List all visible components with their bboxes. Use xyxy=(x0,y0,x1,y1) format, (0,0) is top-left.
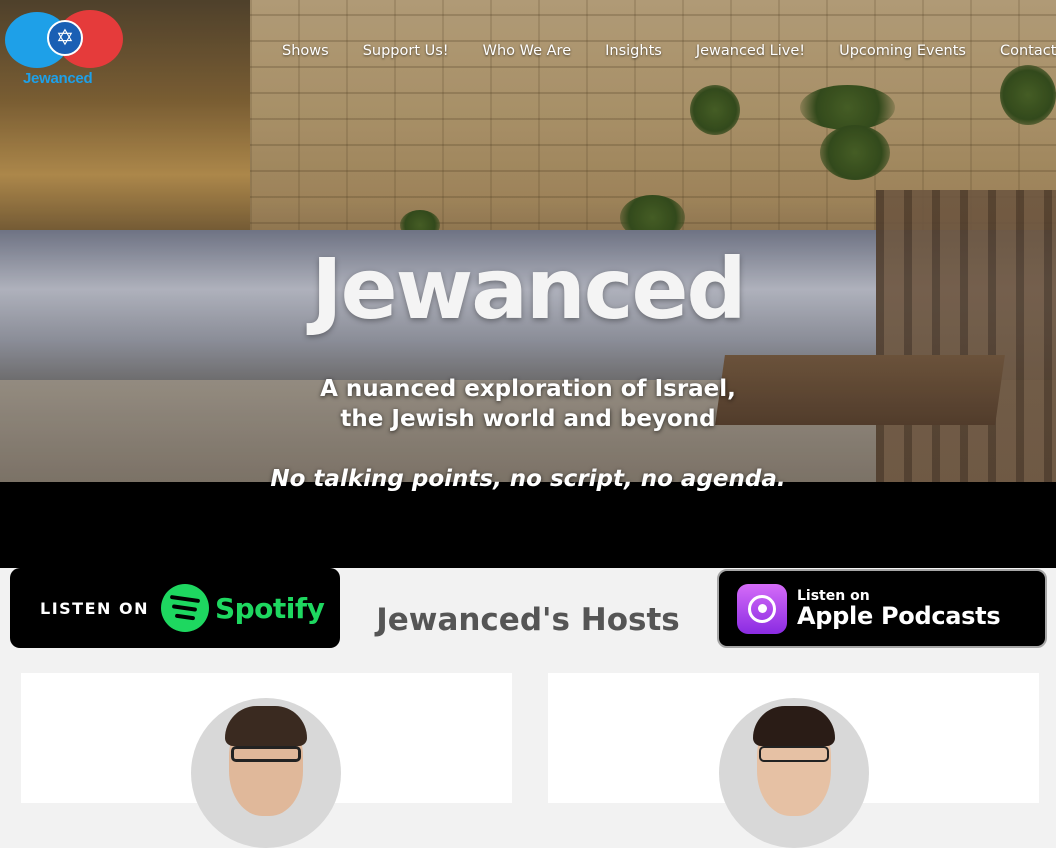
apple-badge-text: Listen on Apple Podcasts xyxy=(797,587,1001,630)
host-hair xyxy=(753,706,835,746)
nav-contact[interactable]: Contact xyxy=(1000,43,1056,59)
hero-subtitle: A nuanced exploration of Israel, the Jew… xyxy=(0,374,1056,434)
apple-podcasts-icon-ring xyxy=(748,594,776,623)
nav-upcoming-events[interactable]: Upcoming Events xyxy=(839,43,966,59)
apple-listen-label: Listen on xyxy=(797,587,870,604)
hero-banner: ✡ Jewanced Shows Support Us! Who We Are … xyxy=(0,0,1056,482)
star-of-david-icon: ✡ xyxy=(47,20,83,56)
nav-insights[interactable]: Insights xyxy=(605,43,662,59)
nav-who-we-are[interactable]: Who We Are xyxy=(483,43,572,59)
host-avatar xyxy=(719,698,869,848)
nav-shows[interactable]: Shows xyxy=(282,43,329,59)
hero-title: Jewanced xyxy=(311,240,746,338)
hero-subtitle-line2: the Jewish world and beyond xyxy=(340,406,716,432)
host-card xyxy=(21,673,512,848)
glasses-icon xyxy=(759,746,829,762)
site-logo[interactable]: ✡ Jewanced xyxy=(5,10,125,90)
main-nav: Shows Support Us! Who We Are Insights Je… xyxy=(282,43,1056,59)
apple-podcasts-icon xyxy=(737,583,787,634)
hero-tagline: No talking points, no script, no agenda. xyxy=(270,466,786,492)
apple-brand: Apple Podcasts xyxy=(797,601,1001,630)
host-avatar xyxy=(191,698,341,848)
hero-subtitle-line1: A nuanced exploration of Israel, xyxy=(320,376,736,402)
nav-support-us[interactable]: Support Us! xyxy=(363,43,449,59)
apple-podcasts-badge[interactable]: Listen on Apple Podcasts xyxy=(717,569,1047,648)
host-card xyxy=(548,673,1039,848)
host-hair xyxy=(225,706,307,746)
nav-jewanced-live[interactable]: Jewanced Live! xyxy=(696,43,805,59)
hero-bottom-band xyxy=(0,482,1056,568)
glasses-icon xyxy=(231,746,301,762)
apple-podcasts-icon-dot xyxy=(757,604,767,613)
logo-text: Jewanced xyxy=(23,70,93,87)
